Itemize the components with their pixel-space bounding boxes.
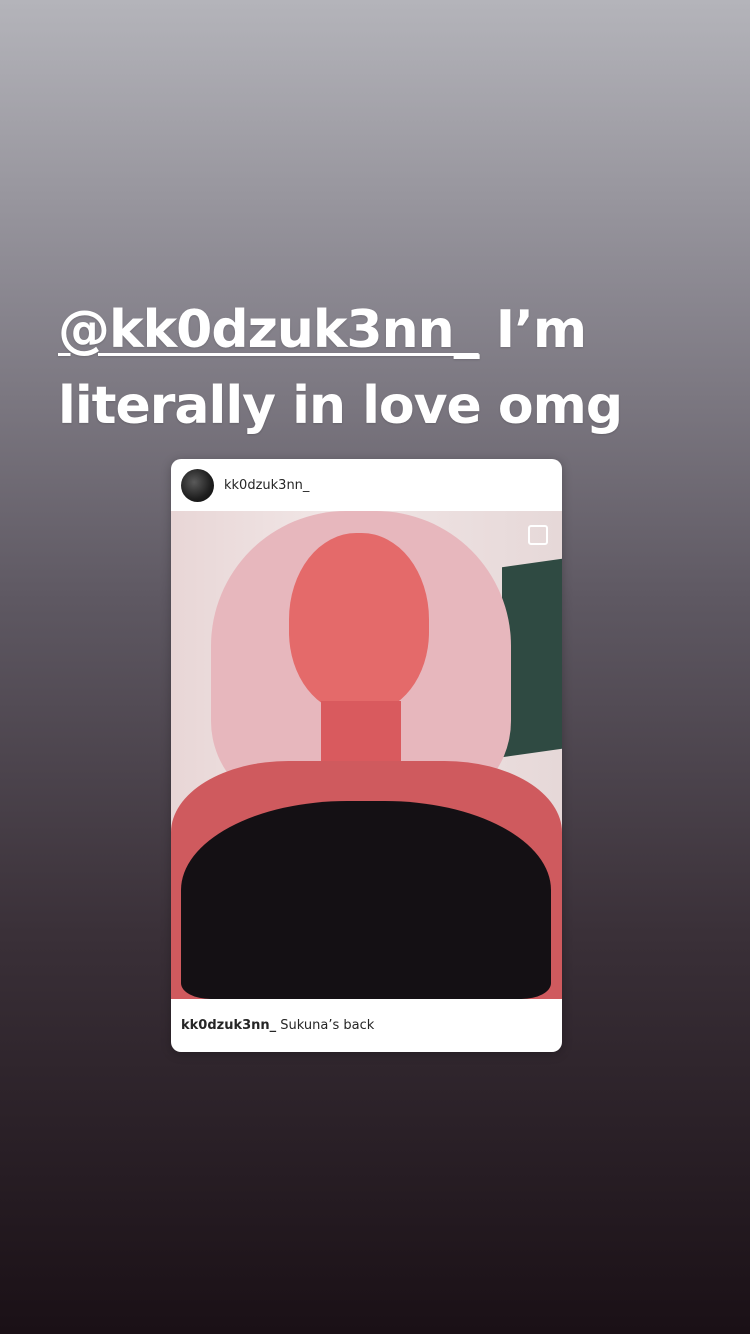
caption-text-line2: literally in love omg	[58, 376, 623, 436]
post-username[interactable]: kk0dzuk3nn_	[224, 478, 309, 493]
story-screen: { "story": { "mention": "@kk0dzuk3nn_", …	[0, 0, 750, 1334]
post-caption: kk0dzuk3nn_ Sukuna’s back	[181, 1018, 374, 1033]
photo-face	[289, 533, 429, 713]
caption-text-line1: I’m	[478, 300, 587, 360]
story-caption: @kk0dzuk3nn_ I’m literally in love omg	[58, 292, 698, 444]
background-frame	[502, 558, 562, 758]
caption-text: Sukuna’s back	[276, 1018, 375, 1033]
mention-link[interactable]: @kk0dzuk3nn_	[58, 300, 480, 360]
shared-post-card[interactable]: kk0dzuk3nn_ kk0dzuk3nn_ Sukuna’s back	[171, 459, 562, 1052]
caption-username[interactable]: kk0dzuk3nn_	[181, 1018, 276, 1033]
photo-garment	[181, 801, 551, 999]
avatar[interactable]	[181, 468, 214, 502]
post-footer: kk0dzuk3nn_ Sukuna’s back	[171, 999, 562, 1052]
post-photo[interactable]	[171, 511, 562, 999]
bookmark-icon[interactable]	[528, 525, 548, 545]
post-header[interactable]: kk0dzuk3nn_	[171, 459, 562, 511]
